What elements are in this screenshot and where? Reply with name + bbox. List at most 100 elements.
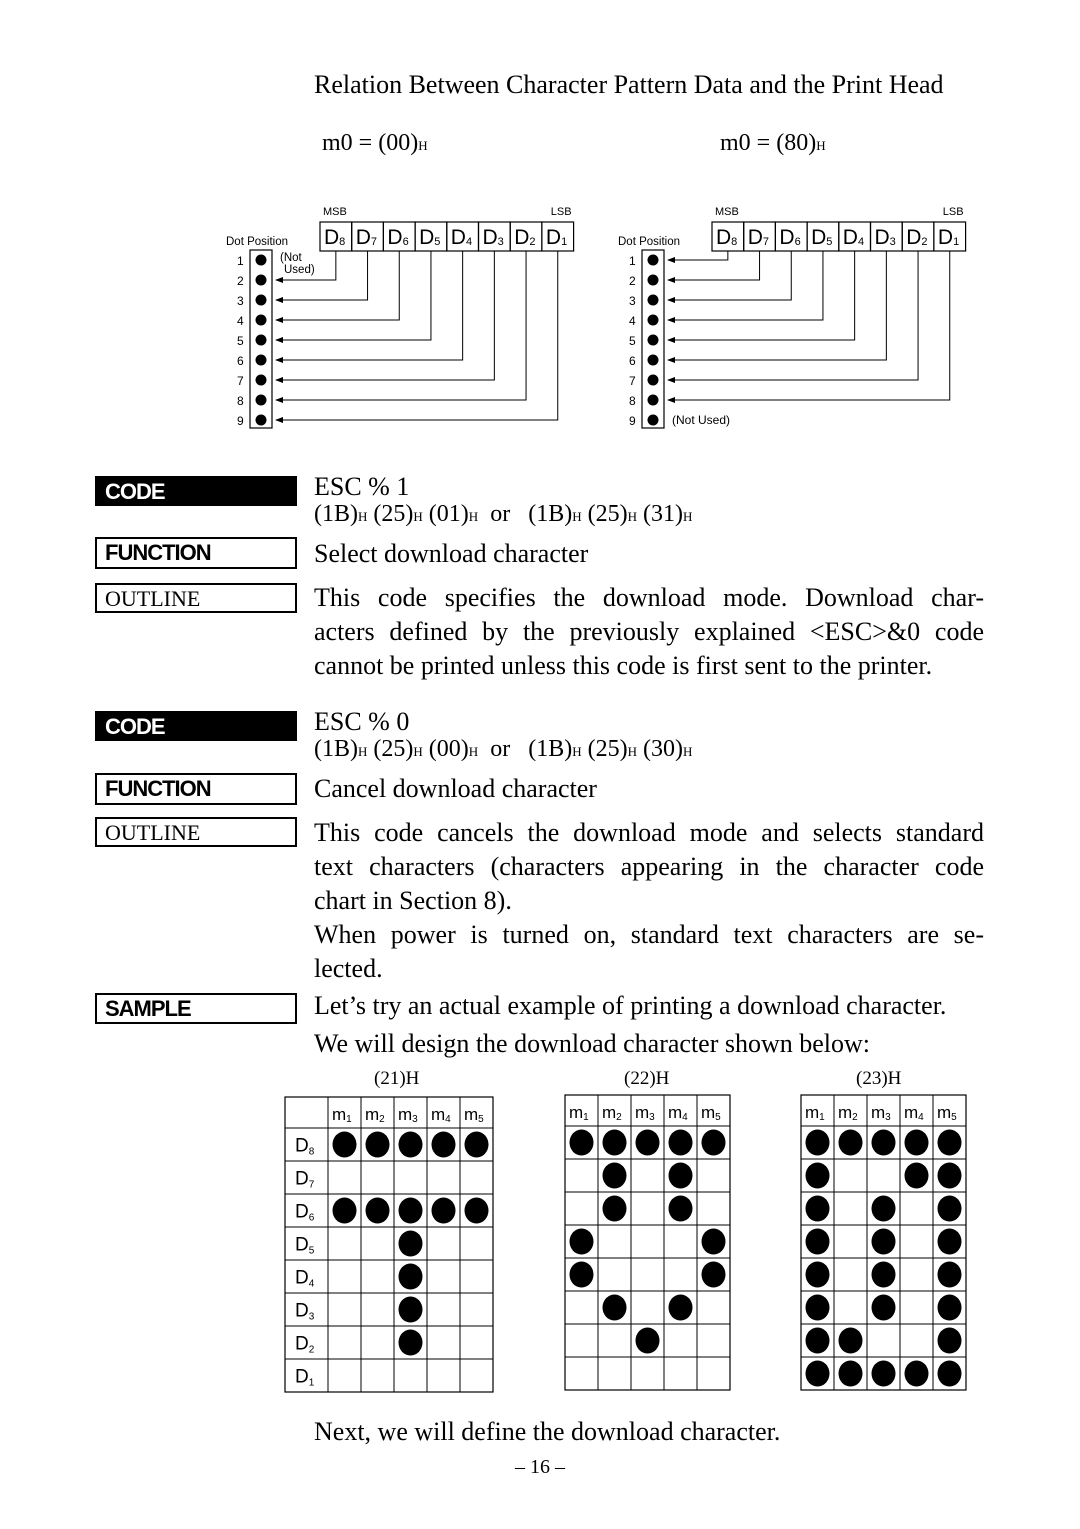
dot-number: 2 bbox=[629, 274, 636, 288]
filled-dot bbox=[838, 1327, 863, 1354]
print-dot bbox=[255, 374, 267, 386]
filled-dot bbox=[602, 1162, 627, 1189]
column-label: m2 bbox=[365, 1105, 385, 1125]
hex-byte: (25)H bbox=[373, 736, 423, 762]
connector-line bbox=[668, 251, 761, 281]
filled-dot bbox=[805, 1228, 830, 1255]
filled-dot bbox=[398, 1329, 423, 1356]
dot-number: 4 bbox=[629, 314, 636, 328]
dot-number: 9 bbox=[237, 414, 244, 428]
filled-dot bbox=[871, 1228, 896, 1255]
not-used-label: Used) bbox=[284, 264, 315, 276]
code-hex: (1B)H (25)H (00)H or (1B)H (25)H (30)H bbox=[314, 732, 984, 769]
bit-label: D8 bbox=[716, 226, 737, 249]
bit-label: D5 bbox=[419, 226, 440, 249]
arrow-icon bbox=[275, 397, 283, 403]
row-label: D5 bbox=[295, 1235, 315, 1257]
or-text: or bbox=[490, 501, 511, 527]
filled-dot bbox=[871, 1294, 896, 1321]
text-line: When power is turned on, standard text c… bbox=[314, 920, 984, 949]
column-label: m5 bbox=[701, 1103, 721, 1123]
filled-dot bbox=[365, 1197, 390, 1224]
filled-dot bbox=[904, 1162, 929, 1189]
print-dot bbox=[647, 334, 659, 346]
filled-dot bbox=[464, 1131, 489, 1158]
outline-label: OUTLINE bbox=[95, 817, 297, 847]
row-label: D8 bbox=[295, 1136, 315, 1158]
filled-dot bbox=[937, 1294, 962, 1321]
arrow-icon bbox=[275, 297, 283, 303]
filled-dot bbox=[937, 1195, 962, 1222]
arrow-icon bbox=[667, 317, 675, 323]
filled-dot bbox=[904, 1360, 929, 1387]
or-text: or bbox=[490, 736, 511, 762]
connector-line bbox=[668, 251, 729, 261]
print-dot bbox=[647, 374, 659, 386]
column-label: m2 bbox=[838, 1103, 858, 1123]
dot-number: 1 bbox=[629, 254, 636, 268]
connector-line bbox=[276, 251, 559, 421]
column-label: m1 bbox=[805, 1103, 825, 1123]
filled-dot bbox=[365, 1131, 390, 1158]
sample-label: SAMPLE bbox=[95, 993, 297, 1024]
dot-number: 8 bbox=[237, 394, 244, 408]
dot-number: 2 bbox=[237, 274, 244, 288]
filled-dot bbox=[805, 1327, 830, 1354]
hex-byte: (25)H bbox=[587, 736, 637, 762]
column-label: m4 bbox=[431, 1105, 451, 1125]
character-grid: m1 m2 m3 m4 m5 bbox=[564, 1094, 731, 1391]
filled-dot bbox=[602, 1195, 627, 1222]
filled-dot bbox=[332, 1197, 357, 1224]
print-head-diagram: MSB LSB Dot Position D8 D7 D6 D5 D4 D3 D2 D1 1 2 3 4 5 6… bbox=[226, 206, 575, 429]
filled-dot bbox=[635, 1129, 660, 1156]
bit-label: D6 bbox=[779, 226, 800, 249]
print-dot bbox=[255, 294, 267, 306]
print-dot bbox=[647, 354, 659, 366]
column-label: m4 bbox=[668, 1103, 688, 1123]
filled-dot bbox=[937, 1261, 962, 1288]
column-label: m3 bbox=[398, 1105, 418, 1125]
code-hex: (1B)H (25)H (01)H or (1B)H (25)H (31)H bbox=[314, 497, 984, 534]
code-label: CODE bbox=[95, 476, 297, 506]
bit-label: D2 bbox=[906, 226, 927, 249]
dot-number: 8 bbox=[629, 394, 636, 408]
arrow-icon bbox=[275, 277, 283, 283]
outline-text: This code cancels the download mode and … bbox=[314, 816, 984, 986]
text-line: This code specifies the download mode. D… bbox=[314, 583, 984, 612]
filled-dot bbox=[937, 1360, 962, 1387]
bit-label: D8 bbox=[324, 226, 345, 249]
filled-dot bbox=[838, 1360, 863, 1387]
bit-label: D3 bbox=[483, 226, 504, 249]
arrow-icon bbox=[275, 317, 283, 323]
print-dot bbox=[255, 334, 267, 346]
filled-dot bbox=[871, 1360, 896, 1387]
print-head-diagram: MSB LSB Dot Position D8 D7 D6 D5 D4 D3 D2 D1 1 2 3 4 5 6… bbox=[618, 206, 967, 429]
bit-label: D3 bbox=[875, 226, 896, 249]
print-dot bbox=[647, 294, 659, 306]
print-dot bbox=[255, 394, 267, 406]
hex-byte: (25)H bbox=[373, 501, 423, 527]
arrow-icon bbox=[275, 337, 283, 343]
filled-dot bbox=[805, 1261, 830, 1288]
filled-dot bbox=[805, 1195, 830, 1222]
dot-number: 3 bbox=[237, 294, 244, 308]
print-dot bbox=[255, 354, 267, 366]
bit-label: D6 bbox=[387, 226, 408, 249]
column-label: m1 bbox=[332, 1105, 352, 1125]
bit-label: D7 bbox=[748, 226, 769, 249]
row-label: D7 bbox=[295, 1169, 315, 1191]
filled-dot bbox=[668, 1195, 693, 1222]
connector-line bbox=[668, 251, 887, 361]
column-label: m3 bbox=[635, 1103, 655, 1123]
hex-byte: (1B)H bbox=[314, 736, 368, 762]
column-label: m4 bbox=[904, 1103, 924, 1123]
function-label: FUNCTION bbox=[95, 773, 297, 805]
filled-dot bbox=[332, 1131, 357, 1158]
hex-byte: (1B)H bbox=[528, 736, 582, 762]
download-character-grids: m1 m2 m3 m4 m5 D8 D7 D6 D5 D4 D3 D2 D1 m1 m2 m3 m4 m5 m1 m2… bbox=[284, 1094, 967, 1393]
filled-dot bbox=[871, 1129, 896, 1156]
filled-dot bbox=[398, 1263, 423, 1290]
print-dot bbox=[647, 314, 659, 326]
filled-dot bbox=[398, 1230, 423, 1257]
filled-dot bbox=[904, 1129, 929, 1156]
